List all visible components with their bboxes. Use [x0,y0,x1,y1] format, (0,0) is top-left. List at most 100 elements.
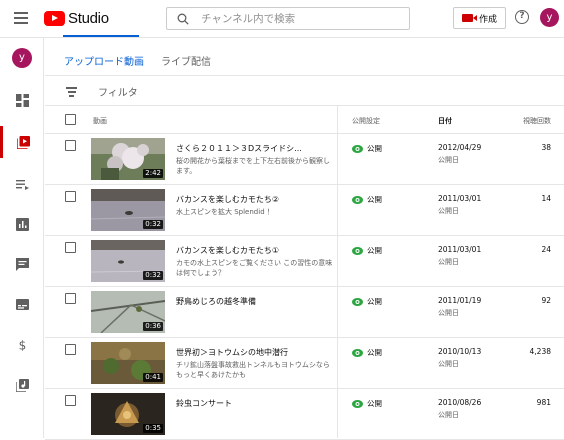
column-header-visibility[interactable]: 公開設定 [352,116,380,126]
sidebar-item-comments[interactable] [0,248,44,280]
view-count: 24 [541,245,551,254]
logo-text: Studio [68,10,109,27]
sidebar-item-analytics[interactable] [0,208,44,240]
publish-date-label: 公開日 [438,156,459,164]
view-count: 981 [536,398,551,407]
publish-date-label: 公開日 [438,207,459,215]
visibility-label: 公開 [367,297,382,306]
select-all-checkbox[interactable] [65,114,76,125]
table-row[interactable]: 0:41 世界初＞ヨトウムシの地中潜行 チリ鉱山落盤事故救出トンネルもヨトウムシ… [45,338,564,389]
filter-label[interactable]: フィルタ [98,84,138,99]
content-tabs: アップロード動画 ライブ配信 [45,38,564,76]
sidebar-item-subtitles[interactable] [0,288,44,320]
filter-bar: フィルタ [45,76,564,106]
account-avatar[interactable]: y [540,8,559,27]
sidebar-item-dashboard[interactable] [0,84,44,116]
view-count: 92 [541,296,551,305]
visibility-label: 公開 [367,399,382,408]
video-title[interactable]: バカンスを楽しむカモたち① [176,245,336,256]
playlists-icon [15,179,29,190]
video-duration: 0:36 [143,322,163,331]
publish-date: 2011/01/19 [438,296,482,305]
youtube-studio-logo[interactable]: Studio [44,10,109,27]
sidebar-item-playlists[interactable] [0,168,44,200]
video-description: 桜の開花から葉桜までを上下左右前後から観察します。 [176,157,330,175]
audio-library-icon [15,378,29,392]
table-row[interactable]: 2:42 さくら２０１１＞３Dスライドシ... 桜の開花から葉桜までを上下左右前… [45,134,564,185]
publish-date-label: 公開日 [438,309,459,317]
tab-uploads[interactable]: アップロード動画 [64,53,144,68]
video-thumbnail[interactable]: 0:36 [91,291,165,333]
sidebar-item-monetization[interactable]: $ [0,328,44,360]
search-input[interactable] [201,12,401,25]
publish-date-label: 公開日 [438,258,459,266]
channel-avatar[interactable]: y [12,48,32,68]
view-count: 14 [541,194,551,203]
video-title[interactable]: 野鳥めじろの越冬準備 [176,296,336,307]
video-title[interactable]: バカンスを楽しむカモたち② [176,194,336,205]
eye-icon [352,195,363,204]
visibility-label: 公開 [367,195,382,204]
create-label: 作成 [478,14,497,25]
column-header-date[interactable]: 日付 [438,116,452,126]
svg-text:$: $ [18,338,26,351]
monetization-icon: $ [18,338,26,351]
analytics-icon [15,217,29,231]
video-thumbnail[interactable]: 2:42 [91,138,165,180]
row-checkbox[interactable] [65,242,76,253]
eye-icon [352,399,363,408]
search-icon [177,13,189,25]
view-count: 38 [541,143,551,152]
visibility-status[interactable]: 公開 [352,194,382,205]
video-duration: 0:35 [143,424,163,433]
top-bar: Studio 作成 ? y [0,0,564,38]
video-duration: 0:41 [143,373,163,382]
video-thumbnail[interactable]: 0:32 [91,189,165,231]
visibility-label: 公開 [367,348,382,357]
video-camera-icon [461,14,477,22]
video-title[interactable]: 世界初＞ヨトウムシの地中潜行 [176,347,336,358]
row-checkbox[interactable] [65,191,76,202]
menu-icon[interactable] [14,12,28,24]
row-checkbox[interactable] [65,293,76,304]
row-checkbox[interactable] [65,395,76,406]
eye-icon [352,297,363,306]
video-duration: 2:42 [143,169,163,178]
view-count: 4,238 [529,347,551,356]
sidebar-item-audio-library[interactable] [0,369,44,401]
visibility-status[interactable]: 公開 [352,347,382,358]
row-checkbox[interactable] [65,344,76,355]
table-row[interactable]: 0:32 バカンスを楽しむカモたち① カモの水上スピンをご覧ください この習性の… [45,236,564,287]
publish-date: 2010/08/26 [438,398,482,407]
search-box[interactable] [166,7,410,30]
publish-date: 2011/03/01 [438,245,482,254]
visibility-status[interactable]: 公開 [352,143,382,154]
table-row[interactable]: 0:35 鈴虫コンサート 公開 2010/08/26 公開日 981 [45,389,564,440]
visibility-status[interactable]: 公開 [352,296,382,307]
eye-icon [352,246,363,255]
help-icon[interactable]: ? [515,10,529,24]
publish-date-label: 公開日 [438,411,459,419]
visibility-status[interactable]: 公開 [352,398,382,409]
publish-date: 2011/03/01 [438,194,482,203]
sidebar-item-content[interactable] [0,126,44,158]
table-row[interactable]: 0:32 バカンスを楽しむカモたち② 水上スピンを拡大 Splendid ！ 公… [45,185,564,236]
active-tab-indicator [63,35,139,37]
video-thumbnail[interactable]: 0:32 [91,240,165,282]
tab-live[interactable]: ライブ配信 [161,53,211,68]
video-thumbnail[interactable]: 0:35 [91,393,165,435]
dashboard-icon [15,93,29,107]
filter-icon[interactable] [66,87,77,99]
sidebar: y $ [0,38,44,438]
video-title[interactable]: さくら２０１１＞３Dスライドシ... [176,143,336,154]
column-header-views[interactable]: 視聴回数 [523,116,551,126]
visibility-status[interactable]: 公開 [352,245,382,256]
comments-icon [15,257,29,271]
create-button[interactable]: 作成 [453,7,506,29]
content-icon [17,135,30,149]
row-checkbox[interactable] [65,140,76,151]
video-title[interactable]: 鈴虫コンサート [176,398,336,409]
video-thumbnail[interactable]: 0:41 [91,342,165,384]
table-row[interactable]: 0:36 野鳥めじろの越冬準備 公開 2011/01/19 公開日 92 [45,287,564,338]
eye-icon [352,348,363,357]
